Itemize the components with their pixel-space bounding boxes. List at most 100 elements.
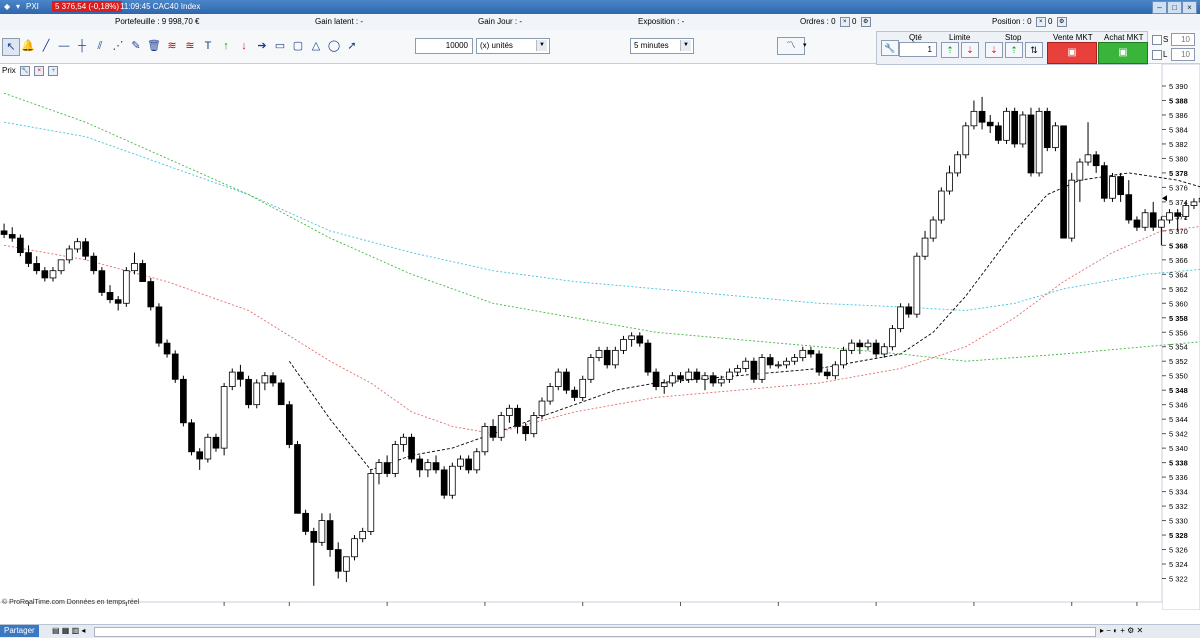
- limit-sell-icon[interactable]: ⇣: [961, 42, 979, 58]
- candle-body: [774, 364, 782, 367]
- position-settings-icon[interactable]: ⚙: [1056, 17, 1067, 27]
- y-tick-label: 5 342: [1169, 430, 1188, 439]
- eraser-icon[interactable]: ✎: [128, 38, 144, 54]
- vertical-line-icon[interactable]: ┼: [74, 38, 90, 54]
- ordres-settings-icon[interactable]: ⚙: [860, 17, 871, 27]
- candle-body: [587, 357, 595, 380]
- candle-body: [1060, 125, 1067, 239]
- candle-body: [391, 444, 399, 474]
- candle-body: [889, 328, 896, 348]
- data-source: © ProRealTime.com Données en temps réel: [2, 599, 140, 606]
- x-axis-panel: [0, 603, 1162, 610]
- candle-body: [1092, 154, 1100, 167]
- chart-style-dropdown-icon[interactable]: ▾: [803, 41, 807, 49]
- stop-extra-icon[interactable]: ⇅: [1025, 42, 1043, 58]
- candle-body: [685, 371, 693, 380]
- rectangle-icon[interactable]: ▭: [272, 38, 288, 54]
- text-tool-icon[interactable]: T: [200, 38, 216, 54]
- minimize-icon[interactable]: –: [1152, 1, 1167, 14]
- fibonacci-icon[interactable]: ≋: [164, 38, 180, 54]
- s-input[interactable]: 10: [1171, 33, 1195, 46]
- l-input[interactable]: 10: [1171, 48, 1195, 61]
- triangle-icon[interactable]: △: [308, 38, 324, 54]
- units-select[interactable]: (x) unités ▼: [476, 38, 550, 54]
- fan-icon[interactable]: ⋰: [110, 38, 126, 54]
- add-indicator-icon[interactable]: +: [48, 66, 59, 76]
- candle-body: [457, 458, 464, 467]
- candle-body: [343, 556, 350, 572]
- qte-input[interactable]: 1: [899, 42, 937, 57]
- price-chart[interactable]: 5 390 5 388 5 386 5 384 5 382 5 380 5 378 5 376…: [0, 64, 1200, 610]
- channel-icon[interactable]: ⫽: [92, 38, 108, 54]
- exposition-label: Exposition : -: [638, 17, 685, 26]
- square-icon[interactable]: ▢: [290, 38, 306, 54]
- candle-body: [913, 255, 921, 315]
- l-checkbox[interactable]: [1152, 50, 1162, 60]
- share-button[interactable]: Partager: [0, 625, 39, 637]
- layout-icons[interactable]: ▤ ▦ ▥ ◂: [52, 626, 85, 635]
- candle-body: [1182, 205, 1190, 217]
- close-indicator-icon[interactable]: ×: [34, 66, 45, 76]
- candle-body: [359, 531, 367, 540]
- pointer-arrow-icon[interactable]: ➚: [344, 38, 360, 54]
- ellipse-icon[interactable]: ◯: [326, 38, 342, 54]
- quantity-input[interactable]: 10000: [415, 38, 473, 54]
- y-tick-label: 5 334: [1169, 488, 1188, 497]
- stop-sell-icon[interactable]: ⇣: [985, 42, 1003, 58]
- wrench-icon[interactable]: 🔧: [20, 66, 31, 76]
- y-tick-label: 5 338: [1169, 459, 1188, 468]
- candle-body: [660, 382, 668, 387]
- line-tool-icon[interactable]: ╱: [38, 38, 54, 54]
- cursor-icon[interactable]: ↖: [2, 38, 20, 56]
- y-tick-label: 5 362: [1169, 285, 1188, 294]
- y-tick-label: 5 390: [1169, 82, 1188, 91]
- down-arrow-icon[interactable]: ↓: [236, 38, 252, 54]
- ordres-close-icon[interactable]: ×: [839, 17, 850, 27]
- candle-body: [864, 342, 872, 348]
- stop-buy-icon[interactable]: ⇡: [1005, 42, 1023, 58]
- candle-body: [1125, 194, 1133, 221]
- maximize-icon[interactable]: □: [1167, 1, 1182, 14]
- chevron-down-icon[interactable]: ▼: [536, 40, 547, 51]
- close-icon[interactable]: ×: [1182, 1, 1197, 14]
- candle-body: [33, 263, 41, 272]
- candle-body: [848, 342, 856, 351]
- candle-body: [424, 462, 432, 471]
- candle-body: [506, 407, 513, 416]
- chart-style-icon[interactable]: 〽: [777, 37, 805, 55]
- candle-body: [383, 462, 391, 474]
- trash-icon[interactable]: 🗑: [146, 38, 162, 54]
- y-tick-label: 5 386: [1169, 111, 1188, 120]
- candle-body: [41, 270, 49, 279]
- up-arrow-icon[interactable]: ↑: [218, 38, 234, 54]
- candle-body: [538, 400, 546, 416]
- horizontal-scrollbar[interactable]: [94, 627, 1096, 637]
- y-tick-label: 5 344: [1169, 415, 1188, 424]
- alarm-bell-icon[interactable]: 🔔: [20, 38, 36, 54]
- dropdown-icon[interactable]: ▾: [16, 2, 20, 11]
- chevron-down-icon[interactable]: ▼: [680, 40, 691, 51]
- limit-buy-icon[interactable]: ⇡: [941, 42, 959, 58]
- s-checkbox[interactable]: [1152, 35, 1162, 45]
- buy-market-button[interactable]: ▣: [1098, 42, 1148, 64]
- candle-body: [1076, 161, 1084, 181]
- candle-body: [677, 375, 684, 380]
- fibonacci-fan-icon[interactable]: ≊: [182, 38, 198, 54]
- candle-body: [212, 436, 220, 449]
- zoom-icons[interactable]: ▸ − ◐ + ⚙ ✕: [1100, 626, 1143, 635]
- candle-body: [514, 407, 521, 427]
- candle-body: [783, 360, 790, 366]
- timeframe-select[interactable]: 5 minutes ▼: [630, 38, 694, 54]
- sell-market-button[interactable]: ▣: [1047, 42, 1097, 64]
- candle-body: [155, 306, 163, 344]
- candle-body: [8, 234, 16, 239]
- horizontal-line-icon[interactable]: —: [56, 38, 72, 54]
- right-arrow-icon[interactable]: ➔: [254, 38, 270, 54]
- candle-body: [375, 462, 383, 474]
- position-close-icon[interactable]: ×: [1035, 17, 1046, 27]
- candle-body: [196, 451, 204, 460]
- candle-body: [636, 335, 644, 344]
- y-tick-label: 5 348: [1169, 386, 1188, 395]
- candle-body: [351, 538, 358, 558]
- wrench-icon[interactable]: 🔧: [881, 40, 899, 56]
